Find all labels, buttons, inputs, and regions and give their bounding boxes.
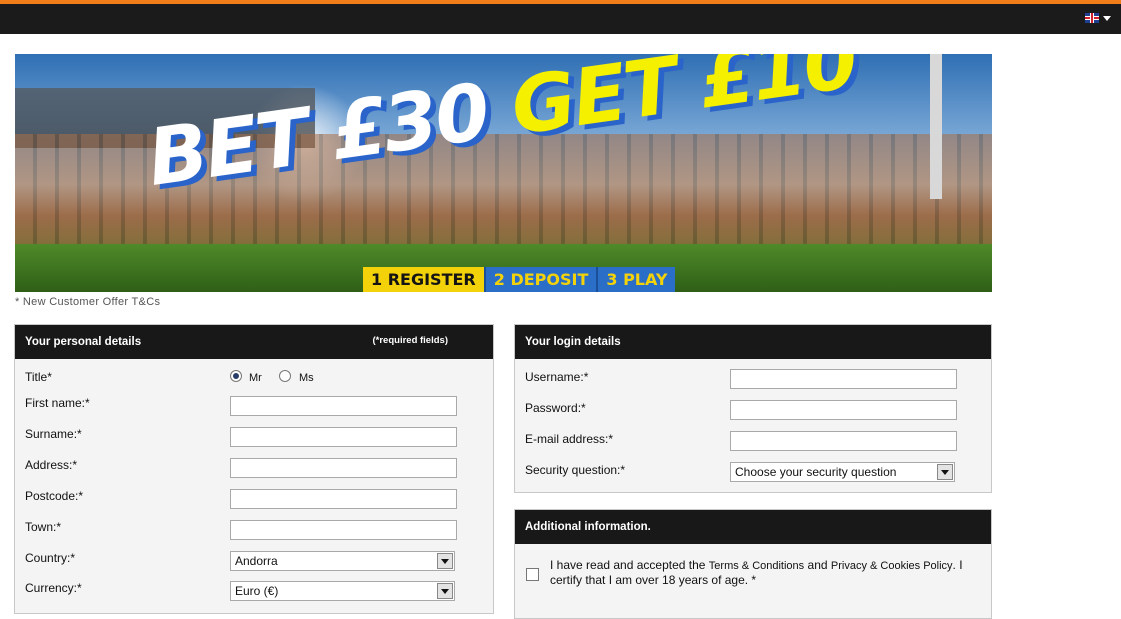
currency-select[interactable]: Euro (€)	[230, 581, 455, 601]
step-register: 1 REGISTER	[363, 267, 484, 292]
personal-details-heading: Your personal details (*required fields)	[15, 325, 493, 359]
username-label: Username:*	[525, 370, 589, 384]
currency-value: Euro (€)	[235, 584, 279, 598]
promo-banner[interactable]: BET £30 GET £10 1 REGISTER 2 DEPOSIT 3 P…	[15, 54, 992, 292]
privacy-link[interactable]: Privacy & Cookies Policy	[831, 560, 953, 572]
address-input[interactable]	[230, 458, 457, 478]
email-input[interactable]	[730, 431, 957, 451]
panel-title: Your login details	[525, 336, 621, 348]
currency-label: Currency:*	[25, 581, 82, 595]
postcode-label: Postcode:*	[25, 489, 84, 503]
language-selector[interactable]	[1085, 13, 1111, 23]
personal-details-panel: Your personal details (*required fields)…	[14, 324, 494, 614]
postcode-input[interactable]	[230, 489, 457, 509]
email-label: E-mail address:*	[525, 432, 614, 446]
panel-title: Additional information.	[525, 521, 651, 533]
title-ms-label: Ms	[299, 372, 314, 384]
step-play: 3 PLAY	[596, 267, 676, 292]
terms-and: and	[807, 558, 828, 572]
security-question-value: Choose your security question	[735, 465, 897, 479]
surname-label: Surname:*	[25, 427, 82, 441]
top-bar	[0, 0, 1121, 34]
security-question-select[interactable]: Choose your security question	[730, 462, 955, 482]
title-mr-label: Mr	[249, 372, 262, 384]
caret-down-icon	[1103, 15, 1111, 21]
login-details-heading: Your login details	[515, 325, 991, 359]
terms-checkbox[interactable]	[526, 568, 539, 581]
additional-info-panel: Additional information. I have read and …	[514, 509, 992, 619]
first-name-label: First name:*	[25, 396, 90, 410]
terms-statement: I have read and accepted the Terms & Con…	[550, 558, 965, 587]
additional-info-heading: Additional information.	[515, 510, 991, 544]
chevron-down-icon[interactable]	[437, 553, 453, 569]
surname-input[interactable]	[230, 427, 457, 447]
required-fields-note: (*required fields)	[372, 335, 449, 346]
floodlight-pylon	[930, 54, 942, 199]
title-ms-radio[interactable]	[279, 370, 291, 382]
first-name-input[interactable]	[230, 396, 457, 416]
password-input[interactable]	[730, 400, 957, 420]
town-label: Town:*	[25, 520, 62, 534]
promo-steps: 1 REGISTER 2 DEPOSIT 3 PLAY	[363, 267, 676, 292]
offer-terms-note[interactable]: * New Customer Offer T&Cs	[15, 296, 160, 308]
title-mr-radio[interactable]	[230, 370, 242, 382]
security-question-label: Security question:*	[525, 463, 626, 477]
chevron-down-icon[interactable]	[437, 583, 453, 599]
terms-prefix: I have read and accepted the	[550, 558, 706, 572]
password-label: Password:*	[525, 401, 586, 415]
title-label: Title*	[25, 370, 52, 384]
uk-flag-icon	[1085, 13, 1099, 23]
username-input[interactable]	[730, 369, 957, 389]
panel-title: Your personal details	[25, 336, 142, 348]
chevron-down-icon[interactable]	[937, 464, 953, 480]
country-select[interactable]: Andorra	[230, 551, 455, 571]
country-label: Country:*	[25, 551, 76, 565]
town-input[interactable]	[230, 520, 457, 540]
step-deposit: 2 DEPOSIT	[483, 267, 597, 292]
country-value: Andorra	[235, 554, 278, 568]
login-details-panel: Your login details Username:* Password:*…	[514, 324, 992, 493]
terms-link[interactable]: Terms & Conditions	[709, 560, 804, 572]
address-label: Address:*	[25, 458, 78, 472]
